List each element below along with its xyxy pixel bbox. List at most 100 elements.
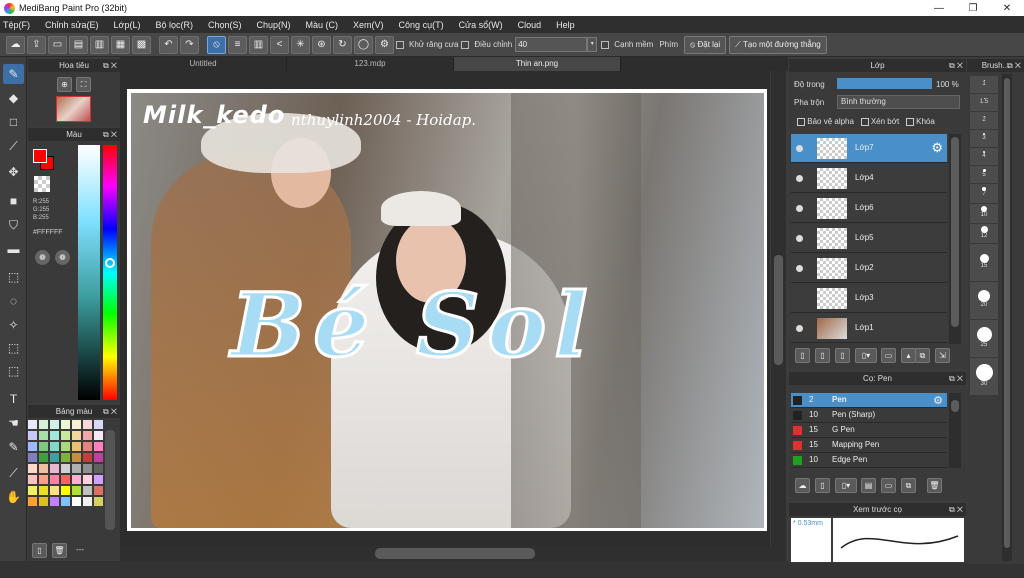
foreground-color-swatch[interactable] xyxy=(33,149,47,163)
protect-alpha-checkbox[interactable] xyxy=(797,117,805,126)
snap-parallel-icon[interactable]: ≡ xyxy=(228,35,247,54)
dot-pen-tool-icon[interactable]: ⟋ xyxy=(3,136,24,156)
palette-swatch[interactable] xyxy=(72,420,81,429)
tab-thin-an[interactable]: Thin an.png xyxy=(454,57,621,71)
undo-icon[interactable]: ↶ xyxy=(159,35,178,54)
panel-buttons-icon[interactable]: ⧉ ✕ xyxy=(103,128,117,141)
lasso-tool-icon[interactable]: ◌ xyxy=(3,291,24,311)
palette-swatch[interactable] xyxy=(39,464,48,473)
palette-swatch[interactable] xyxy=(94,497,103,506)
adjust-checkbox[interactable] xyxy=(461,40,470,49)
brush-size-item[interactable]: 3 xyxy=(970,130,998,147)
color-wheel-icon[interactable]: ❁ xyxy=(35,250,50,265)
close-button[interactable]: ✕ xyxy=(990,3,1024,14)
snap-cross-icon[interactable]: ▥ xyxy=(249,35,268,54)
palette-swatch[interactable] xyxy=(28,464,37,473)
palette-swatch[interactable] xyxy=(61,420,70,429)
horizontal-scroll-thumb[interactable] xyxy=(375,548,535,559)
cloud-icon[interactable]: ☁ xyxy=(6,35,25,54)
palette-icon[interactable]: ❁ xyxy=(55,250,70,265)
visibility-icon[interactable] xyxy=(796,325,803,332)
palette-swatch[interactable] xyxy=(61,453,70,462)
snap-curve-icon[interactable]: ↻ xyxy=(333,35,352,54)
layer-row[interactable]: Lớp2 xyxy=(791,254,947,283)
palette-swatch[interactable] xyxy=(72,486,81,495)
navigator-thumbnail[interactable] xyxy=(56,96,91,122)
palette-swatch[interactable] xyxy=(28,486,37,495)
layer-row[interactable]: Lớp6 xyxy=(791,194,947,223)
palette-swatch[interactable] xyxy=(39,442,48,451)
gear-icon[interactable]: ⚙ xyxy=(933,394,943,407)
eraser-tool-icon[interactable]: ◆ xyxy=(3,88,24,108)
visibility-icon[interactable] xyxy=(796,205,803,212)
menu-edit[interactable]: Chỉnh sửa(E) xyxy=(45,20,99,30)
brush-size-item[interactable]: 1 xyxy=(970,76,998,93)
visibility-icon[interactable] xyxy=(796,265,803,272)
brush-item[interactable]: 10 Edge Pen xyxy=(791,453,947,468)
eyedropper-tool-icon[interactable]: ⟋ xyxy=(3,463,24,483)
new-layer-8bit-icon[interactable]: ▯ xyxy=(815,348,830,363)
palette-swatch[interactable] xyxy=(61,431,70,440)
transparent-swatch[interactable] xyxy=(34,176,50,192)
add-brush-icon[interactable]: ▯▾ xyxy=(835,478,857,493)
folder-icon[interactable]: ▭ xyxy=(881,348,896,363)
new-layer-icon[interactable]: ▯ xyxy=(795,348,810,363)
select-pen-tool-icon[interactable]: ⬚ xyxy=(3,338,24,358)
visibility-icon[interactable] xyxy=(796,235,803,242)
palette-swatch[interactable] xyxy=(83,431,92,440)
layer-row[interactable]: Lớp1 xyxy=(791,314,947,343)
palette-swatch[interactable] xyxy=(72,497,81,506)
zoom-in-icon[interactable]: ⊕ xyxy=(57,77,72,92)
layer-row[interactable]: Lớp5 xyxy=(791,224,947,253)
brush-size-item[interactable]: 20 xyxy=(970,282,998,319)
palette-swatch[interactable] xyxy=(72,475,81,484)
magic-wand-tool-icon[interactable]: ✧ xyxy=(3,315,24,335)
palette-swatch[interactable] xyxy=(28,431,37,440)
palette-swatch[interactable] xyxy=(28,453,37,462)
palette-swatch[interactable] xyxy=(94,475,103,484)
hand-tool-icon[interactable]: ✋ xyxy=(3,487,24,507)
delete-brush-icon[interactable]: 🗑 xyxy=(927,478,942,493)
adjust-dropdown-icon[interactable]: ▾ xyxy=(587,37,598,52)
move-tool-icon[interactable]: ✥ xyxy=(3,162,24,182)
menu-cloud[interactable]: Cloud xyxy=(518,20,542,30)
bucket-tool-icon[interactable]: ⛉ xyxy=(3,215,24,235)
panel-buttons-icon[interactable]: ⧉ ✕ xyxy=(949,372,963,385)
palette-swatch[interactable] xyxy=(72,464,81,473)
palette-swatch[interactable] xyxy=(94,486,103,495)
clip-checkbox[interactable] xyxy=(860,117,869,126)
grid-icon[interactable]: ▩ xyxy=(132,35,151,54)
gear-icon[interactable]: ⚙ xyxy=(931,140,943,156)
palette-swatch[interactable] xyxy=(83,497,92,506)
palette-swatch[interactable] xyxy=(72,453,81,462)
palette-swatch[interactable] xyxy=(39,497,48,506)
palette-swatch[interactable] xyxy=(50,475,59,484)
palette-swatch[interactable] xyxy=(50,486,59,495)
palette-swatch[interactable] xyxy=(83,475,92,484)
brush-item[interactable]: 10 Pen (Sharp) xyxy=(791,408,947,423)
snap-ellipse-icon[interactable]: ◯ xyxy=(354,35,373,54)
straight-line-button[interactable]: ⟋ Tạo một đường thẳng xyxy=(729,35,827,54)
brush-size-item[interactable]: 30 xyxy=(970,358,998,395)
snap-vanish-icon[interactable]: < xyxy=(270,35,289,54)
panel-buttons-icon[interactable]: ⧉ ✕ xyxy=(103,405,117,418)
brush-size-item[interactable]: 1.5 xyxy=(970,94,998,111)
menu-view[interactable]: Xem(V) xyxy=(353,20,384,30)
panel-buttons-icon[interactable]: ⧉ ✕ xyxy=(1007,59,1021,72)
palette-swatch[interactable] xyxy=(61,486,70,495)
photo-layer[interactable]: Milk_kedo nthuylinh2004 - Hoidap. Bé Sol xyxy=(131,93,764,528)
merge-down-icon[interactable]: ⇲ xyxy=(935,348,950,363)
select-eraser-tool-icon[interactable]: ⬚ xyxy=(3,361,24,381)
antialias-checkbox[interactable] xyxy=(396,40,404,49)
brush-size-item[interactable]: 7 xyxy=(970,184,998,203)
palette-swatch[interactable] xyxy=(28,442,37,451)
menu-help[interactable]: Help xyxy=(556,20,575,30)
palette-swatch[interactable] xyxy=(83,420,92,429)
palette-swatch[interactable] xyxy=(39,420,48,429)
add-halftone-icon[interactable]: ▯▾ xyxy=(855,348,877,363)
document-icon[interactable]: ▥ xyxy=(90,35,109,54)
brush-size-item[interactable]: 25 xyxy=(970,320,998,357)
menu-tools[interactable]: Công cụ(T) xyxy=(399,20,444,30)
tab-123[interactable]: 123.mdp xyxy=(287,57,454,71)
palette-swatch[interactable] xyxy=(50,497,59,506)
